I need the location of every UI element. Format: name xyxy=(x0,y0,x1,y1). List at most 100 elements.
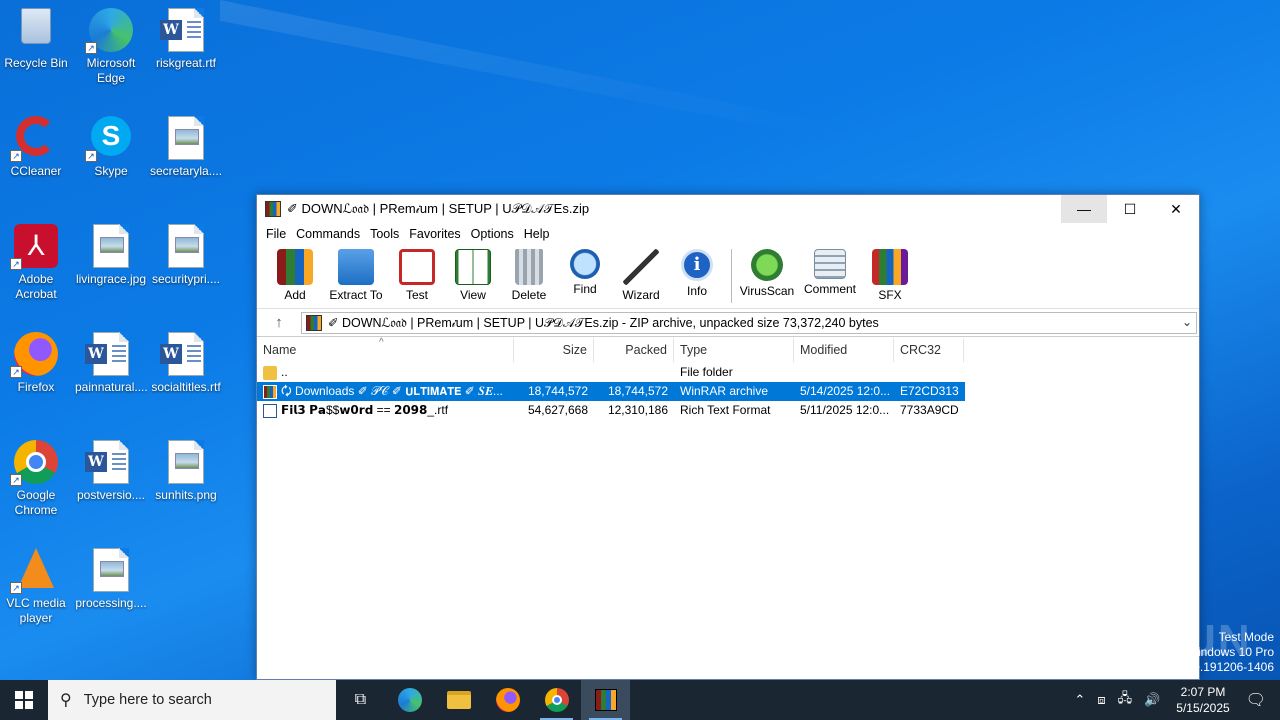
chrome-icon xyxy=(544,688,569,712)
column-header-crc32[interactable]: CRC32 xyxy=(894,338,964,362)
menu-help[interactable]: Help xyxy=(519,227,555,241)
notification-icon[interactable]: 🗨 xyxy=(1246,690,1266,710)
desktop-icon-adobe-acrobat[interactable]: ⅄ ↗ Adobe Acrobat xyxy=(0,218,72,302)
column-header-packed[interactable]: Packed xyxy=(594,338,674,362)
minimize-button[interactable]: — xyxy=(1061,195,1107,223)
desktop-icon-ccleaner[interactable]: ↗ CCleaner xyxy=(0,110,72,179)
menu-tools[interactable]: Tools xyxy=(365,227,404,241)
desktop-icon-microsoft-edge[interactable]: ↗ Microsoft Edge xyxy=(75,2,147,86)
menu-commands[interactable]: Commands xyxy=(291,227,365,241)
desktop-icon-skype[interactable]: S ↗ Skype xyxy=(75,110,147,179)
winrar-app-icon xyxy=(594,689,617,711)
toolbar-extract-to-button[interactable]: Extract To xyxy=(323,245,389,302)
close-button[interactable]: ✕ xyxy=(1153,195,1199,223)
taskbar-file-explorer-button[interactable] xyxy=(434,680,483,720)
table-row[interactable]: 𝗙𝗶𝗹𝟯 𝗣𝗮$$𝘄𝟬𝗿𝗱 == 𝟮𝟬𝟵𝟴_.rtf 54,627,668 12… xyxy=(257,401,965,420)
toolbar-virusscan-button[interactable]: VirusScan xyxy=(736,245,798,298)
archive-path-field[interactable]: ✐ DOWNℒ𝔬𝔞𝔡 | PRem𝒾um | SΕTUP | U𝒫𝒟𝒜𝒯Es.z… xyxy=(301,311,1197,334)
column-header-modified[interactable]: Modified xyxy=(794,338,894,362)
menu-options[interactable]: Options xyxy=(466,227,519,241)
network-icon[interactable]: 🖧 xyxy=(1118,689,1133,711)
menu-favorites[interactable]: Favorites xyxy=(404,227,465,241)
taskbar-chrome-button[interactable] xyxy=(532,680,581,720)
windows-logo-icon xyxy=(15,691,33,709)
sfx-books-icon xyxy=(872,249,908,285)
search-placeholder: Type here to search xyxy=(83,692,212,708)
desktop-icon-secretaryla[interactable]: secretaryla.... xyxy=(150,110,222,179)
desktop-icon-processing[interactable]: processing.... xyxy=(75,542,147,611)
toolbar: Add Extract To Test View Delete Find Wiz… xyxy=(257,245,1199,309)
chrome-icon: ↗ xyxy=(10,440,58,486)
delete-trash-icon xyxy=(515,249,543,285)
table-row[interactable]: .. File folder xyxy=(257,363,965,382)
acrobat-icon: ⅄ ↗ xyxy=(10,224,58,270)
toolbar-test-button[interactable]: Test xyxy=(389,245,445,302)
taskbar: ⚲ Type here to search ⧉ ⌃ ⧈ 🖧 🔊 2:07 PM … xyxy=(0,680,1280,720)
start-button[interactable] xyxy=(0,680,48,720)
edge-icon xyxy=(397,688,422,712)
view-book-icon xyxy=(455,249,491,285)
desktop-icon-label: sunhits.png xyxy=(155,488,217,502)
desktop-icon-livingrace[interactable]: livingrace.jpg xyxy=(75,218,147,287)
rtf-doc-icon xyxy=(263,403,277,418)
folder-icon xyxy=(446,691,471,709)
desktop-icon-label: Microsoft Edge xyxy=(86,56,136,85)
taskbar-firefox-button[interactable] xyxy=(483,680,532,720)
desktop-icon-recycle-bin[interactable]: Recycle Bin xyxy=(0,2,72,71)
column-header-size[interactable]: Size xyxy=(514,338,594,362)
chevron-down-icon[interactable]: ⌄ xyxy=(1182,315,1192,329)
toolbar-add-button[interactable]: Add xyxy=(267,245,323,302)
comment-icon xyxy=(814,249,846,279)
title-bar[interactable]: ✐ DOWNℒ𝔬𝔞𝔡 | PRem𝒾um | SΕTUP | U𝒫𝒟𝒜𝒯Es.z… xyxy=(257,195,1199,223)
ccleaner-icon: ↗ xyxy=(10,116,58,162)
toolbar-label: Add xyxy=(284,288,306,302)
desktop-icon-painnatural[interactable]: W painnatural.... xyxy=(75,326,148,395)
task-view-button[interactable]: ⧉ xyxy=(336,680,385,720)
add-archive-icon xyxy=(277,249,313,285)
menu-file[interactable]: File xyxy=(261,227,291,241)
taskbar-search-box[interactable]: ⚲ Type here to search xyxy=(48,680,336,720)
taskbar-winrar-button[interactable] xyxy=(581,680,630,720)
toolbar-view-button[interactable]: View xyxy=(445,245,501,302)
rar-archive-icon xyxy=(263,384,277,399)
toolbar-label: Info xyxy=(686,284,707,298)
taskbar-edge-button[interactable] xyxy=(385,680,434,720)
search-icon: ⚲ xyxy=(60,692,72,709)
folder-icon xyxy=(263,365,277,380)
table-row-selected[interactable]: 🗘 Downloads ✐ 𝒫𝒞 ✐ 𝗨𝗟𝗧𝗜𝗠𝗔𝗧𝗘 ✐ 𝑺𝑬... 18,7… xyxy=(257,382,965,401)
toolbar-wizard-button[interactable]: Wizard xyxy=(613,245,669,302)
toolbar-sfx-button[interactable]: SFX xyxy=(862,245,918,302)
toolbar-find-button[interactable]: Find xyxy=(557,245,613,296)
toolbar-label: Wizard xyxy=(622,288,660,302)
toolbar-comment-button[interactable]: Comment xyxy=(798,245,862,296)
desktop-icon-riskgreat[interactable]: W riskgreat.rtf xyxy=(150,2,222,71)
desktop-icon-postversio[interactable]: W postversio.... xyxy=(75,434,147,503)
desktop-icon-label: Adobe Acrobat xyxy=(15,272,57,301)
task-view-icon: ⧉ xyxy=(354,691,367,708)
desktop-icon-label: postversio.... xyxy=(76,488,146,502)
winrar-window[interactable]: ✐ DOWNℒ𝔬𝔞𝔡 | PRem𝒾um | SΕTUP | U𝒫𝒟𝒜𝒯Es.z… xyxy=(256,194,1200,680)
firefox-icon xyxy=(495,688,520,712)
desktop-icon-firefox[interactable]: ↗ Firefox xyxy=(0,326,72,395)
device-icon[interactable]: ⧈ xyxy=(1097,692,1105,708)
clock[interactable]: 2:07 PM 5/15/2025 xyxy=(1176,684,1229,716)
clock-date: 5/15/2025 xyxy=(1176,701,1230,715)
toolbar-info-button[interactable]: i Info xyxy=(669,245,725,298)
column-header-type[interactable]: Type xyxy=(674,338,794,362)
toolbar-delete-button[interactable]: Delete xyxy=(501,245,557,302)
desktop-icon-socialtitles[interactable]: W socialtitles.rtf xyxy=(150,326,222,395)
sort-ascending-icon: ^ xyxy=(379,337,384,348)
chevron-up-icon[interactable]: ⌃ xyxy=(1074,692,1085,708)
desktop-icon-securitypri[interactable]: securitypri.... xyxy=(150,218,222,287)
volume-icon[interactable]: 🔊 xyxy=(1144,692,1160,708)
toolbar-label: Comment xyxy=(803,282,856,296)
info-icon: i xyxy=(681,249,713,281)
word-doc-icon: W xyxy=(85,332,133,376)
desktop-icon-google-chrome[interactable]: ↗ Google Chrome xyxy=(0,434,72,518)
up-arrow-icon[interactable]: ↑ xyxy=(257,314,301,331)
maximize-button[interactable]: ☐ xyxy=(1107,195,1153,223)
toolbar-label: View xyxy=(460,288,486,302)
column-header-name[interactable]: Name ^ xyxy=(257,337,514,362)
desktop-icon-vlc[interactable]: ↗ VLC media player xyxy=(0,542,72,626)
desktop-icon-sunhits[interactable]: sunhits.png xyxy=(150,434,222,503)
